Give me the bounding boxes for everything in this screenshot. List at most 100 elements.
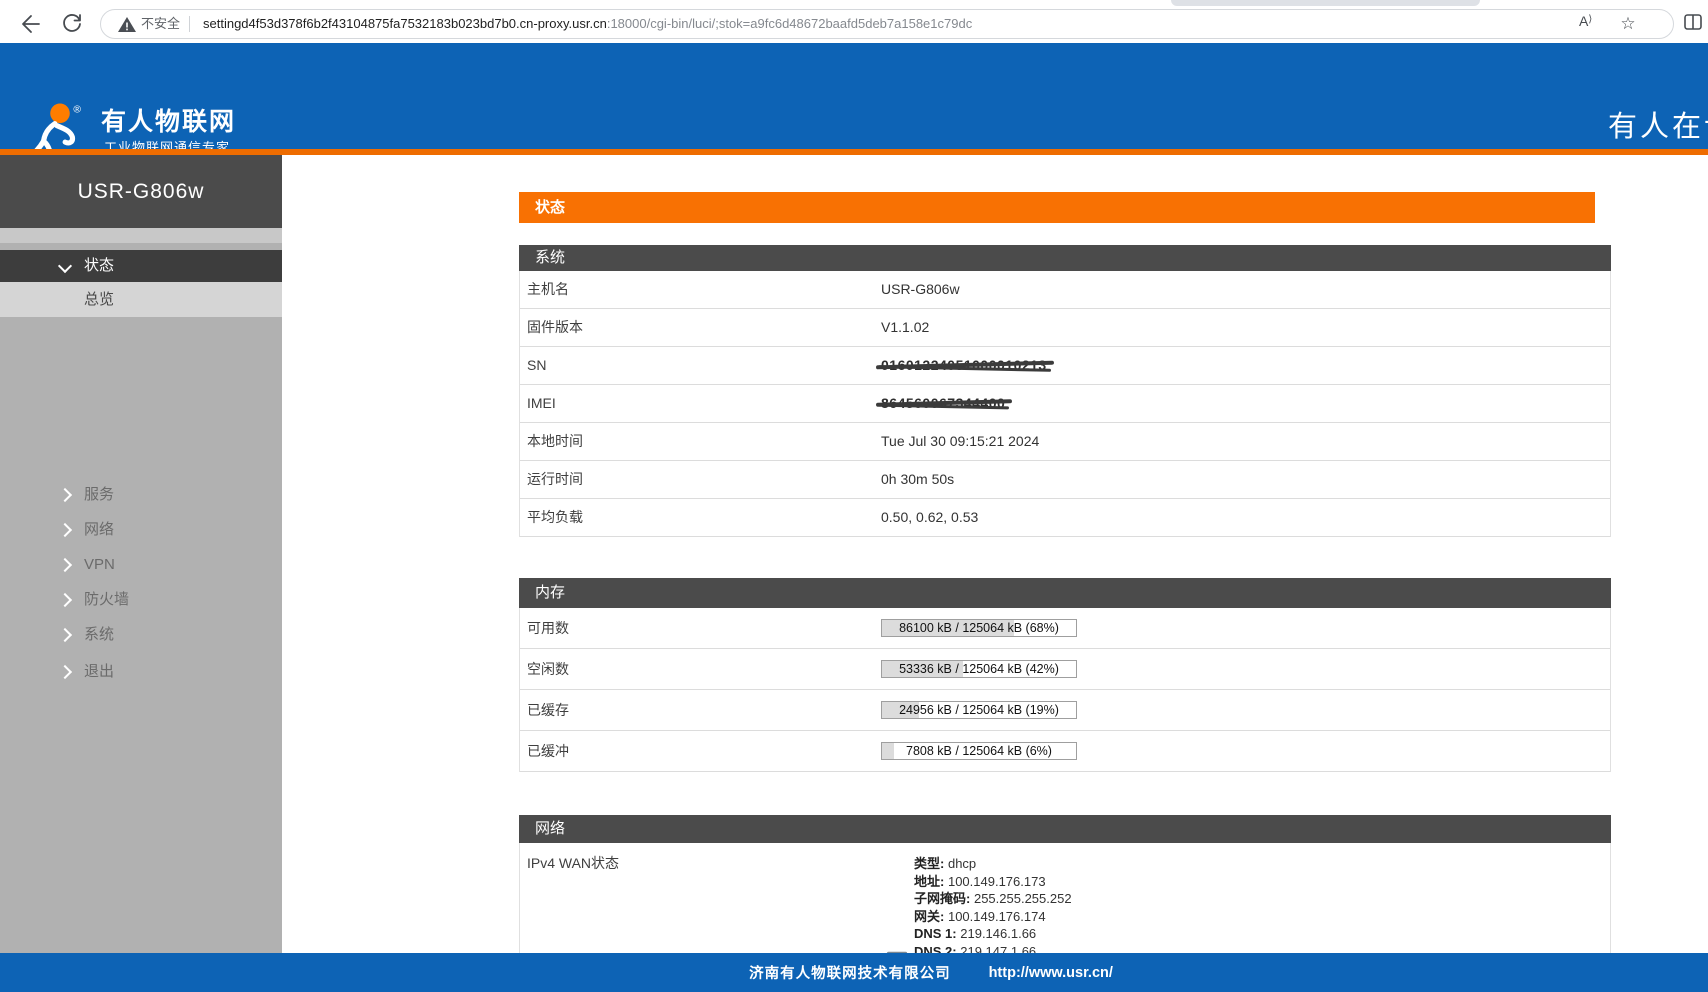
system-section: 系统 主机名 USR-G806w 固件版本 V1.1.02 SN 0160122… [519, 245, 1611, 537]
sidebar-item-services[interactable]: 服务 [0, 477, 282, 512]
sidebar-item-label: 系统 [84, 617, 114, 652]
row-value: V1.1.02 [881, 309, 929, 346]
wan-detail-gateway: 网关: 100.149.176.174 [914, 908, 1072, 926]
chevron-right-icon [58, 558, 72, 572]
chevron-right-icon [58, 665, 72, 679]
row-label: 主机名 [527, 271, 569, 308]
refresh-icon[interactable] [60, 12, 84, 36]
row-value: 0h 30m 50s [881, 461, 954, 498]
memory-section-header: 内存 [519, 578, 1611, 608]
system-section-header: 系统 [519, 245, 1611, 271]
table-row-loadavg: 平均负载 0.50, 0.62, 0.53 [520, 499, 1610, 537]
row-label: 固件版本 [527, 309, 583, 346]
table-row-imei: IMEI 864560067344400 [520, 385, 1610, 423]
row-label: 空闲数 [527, 649, 569, 689]
row-value: USR-G806w [881, 271, 960, 308]
row-label: 已缓冲 [527, 731, 569, 771]
favorite-star-icon[interactable]: ☆ [1617, 13, 1639, 35]
row-label: 已缓存 [527, 690, 569, 730]
wan-detail-type: 类型: dhcp [914, 855, 1072, 873]
memory-bar: 24956 kB / 125064 kB (19%) [881, 701, 1077, 719]
not-secure-label[interactable]: 不安全 [141, 10, 180, 38]
sidebar-item-label: 网络 [84, 512, 114, 547]
row-label: 运行时间 [527, 461, 583, 498]
app-header: ® 有人物联网 工业物联网通信专家 有人在认真做事 自动刷新 开 [0, 43, 1708, 149]
split-screen-icon[interactable] [1683, 12, 1703, 32]
row-value-redacted: 01601224051000010213 [881, 347, 1047, 384]
usr-logo-icon: ® [24, 101, 96, 149]
row-value: 0.50, 0.62, 0.53 [881, 499, 978, 536]
memory-bar: 86100 kB / 125064 kB (68%) [881, 619, 1077, 637]
sidebar-item-logout[interactable]: 退出 [0, 654, 282, 689]
sidebar-item-label: 总览 [84, 282, 114, 317]
chevron-right-icon [58, 628, 72, 642]
row-value: Tue Jul 30 09:15:21 2024 [881, 423, 1039, 460]
memory-row-buffered: 已缓冲 7808 kB / 125064 kB (6%) [520, 731, 1610, 772]
redacted-sn: 01601224051000010213 [881, 347, 1047, 384]
main-content: 状态 系统 主机名 USR-G806w 固件版本 V1.1.02 SN 0160… [282, 155, 1708, 953]
sidebar-item-firewall[interactable]: 防火墙 [0, 582, 282, 617]
memory-bar: 53336 kB / 125064 kB (42%) [881, 660, 1077, 678]
address-divider [189, 16, 190, 32]
url-path: :18000/cgi-bin/luci/;stok=a9fc6d48672baa… [607, 16, 972, 31]
memory-row-free: 空闲数 53336 kB / 125064 kB (42%) [520, 649, 1610, 690]
sidebar-item-label: 退出 [84, 654, 114, 689]
svg-text:®: ® [73, 104, 81, 115]
row-label: SN [527, 347, 546, 384]
sidebar-item-label: 服务 [84, 477, 114, 512]
memory-bar-text: 53336 kB / 125064 kB (42%) [882, 661, 1076, 677]
not-secure-warning-icon [117, 15, 137, 35]
footer: 济南有人物联网技术有限公司 http://www.usr.cn/ [0, 953, 1708, 992]
sidebar: USR-G806w 状态 总览 服务 网络 VPN 防火墙 系统 退出 [0, 155, 282, 953]
footer-company: 济南有人物联网技术有限公司 [749, 962, 951, 983]
table-row-uptime: 运行时间 0h 30m 50s [520, 461, 1610, 499]
wan-detail-netmask: 子网掩码: 255.255.255.252 [914, 890, 1072, 908]
chevron-right-icon [58, 523, 72, 537]
sidebar-item-system[interactable]: 系统 [0, 617, 282, 652]
wan-status-label: IPv4 WAN状态 [527, 853, 619, 873]
address-bar[interactable]: 不安全 settingd4f53d378f6b2f43104875fa75321… [100, 9, 1674, 39]
memory-bar-text: 7808 kB / 125064 kB (6%) [882, 743, 1076, 759]
sidebar-item-overview[interactable]: 总览 [0, 282, 282, 317]
memory-bar: 7808 kB / 125064 kB (6%) [881, 742, 1077, 760]
read-aloud-icon[interactable]: A⟩ [1579, 13, 1601, 35]
url-text[interactable]: settingd4f53d378f6b2f43104875fa7532183b0… [203, 10, 972, 38]
row-label: 平均负载 [527, 499, 583, 536]
sidebar-item-label: VPN [84, 547, 115, 582]
browser-chrome: 不安全 settingd4f53d378f6b2f43104875fa75321… [0, 0, 1708, 43]
sidebar-item-network[interactable]: 网络 [0, 512, 282, 547]
url-host: settingd4f53d378f6b2f43104875fa7532183b0… [203, 16, 607, 31]
wan-detail-address: 地址: 100.149.176.173 [914, 873, 1072, 891]
table-row-sn: SN 01601224051000010213 [520, 347, 1610, 385]
memory-row-total: 可用数 86100 kB / 125064 kB (68%) [520, 608, 1610, 649]
sidebar-strip [0, 228, 282, 243]
row-label: 本地时间 [527, 423, 583, 460]
network-section-header: 网络 [519, 815, 1611, 843]
wan-details: 类型: dhcp 地址: 100.149.176.173 子网掩码: 255.2… [914, 855, 1072, 961]
footer-link[interactable]: http://www.usr.cn/ [989, 965, 1113, 981]
wan-detail-dns1: DNS 1: 219.146.1.66 [914, 925, 1072, 943]
redacted-imei: 864560067344400 [881, 385, 1005, 422]
memory-bar-text: 24956 kB / 125064 kB (19%) [882, 702, 1076, 718]
sidebar-item-label: 防火墙 [84, 582, 129, 617]
table-row-localtime: 本地时间 Tue Jul 30 09:15:21 2024 [520, 423, 1610, 461]
row-value-redacted: 864560067344400 [881, 385, 1005, 422]
table-row-firmware: 固件版本 V1.1.02 [520, 309, 1610, 347]
device-name: USR-G806w [0, 155, 282, 228]
chevron-right-icon [58, 488, 72, 502]
row-label: IMEI [527, 385, 556, 422]
brand-subtitle: 工业物联网通信专家 [104, 137, 230, 149]
memory-bar-text: 86100 kB / 125064 kB (68%) [882, 620, 1076, 636]
chevron-down-icon [58, 259, 72, 273]
page-title-banner: 状态 [519, 192, 1595, 223]
sidebar-item-status[interactable]: 状态 [0, 250, 282, 282]
row-label: 可用数 [527, 608, 569, 648]
memory-row-cached: 已缓存 24956 kB / 125064 kB (19%) [520, 690, 1610, 731]
table-row-hostname: 主机名 USR-G806w [520, 271, 1610, 309]
chevron-right-icon [58, 593, 72, 607]
browser-tab-strip [0, 0, 1708, 6]
sidebar-item-label: 状态 [84, 250, 114, 282]
memory-section: 内存 可用数 86100 kB / 125064 kB (68%) 空闲数 53… [519, 578, 1611, 772]
sidebar-item-vpn[interactable]: VPN [0, 547, 282, 582]
back-icon[interactable] [18, 12, 42, 36]
